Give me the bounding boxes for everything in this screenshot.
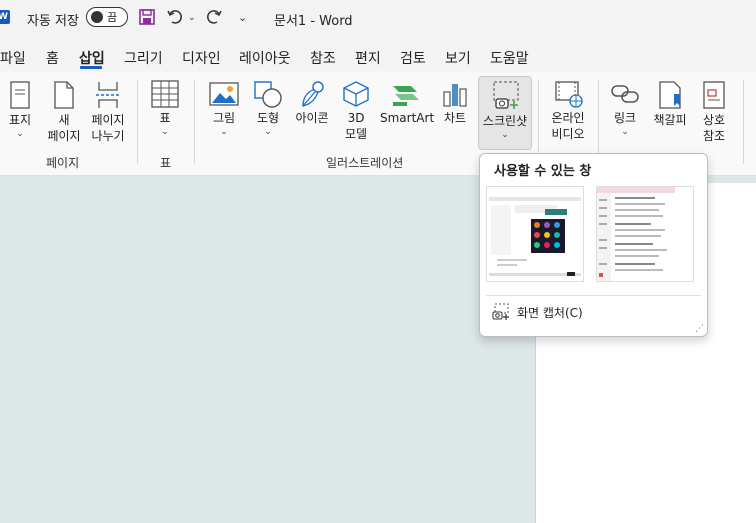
group-table-label: 표 [160,156,172,170]
smartart-icon [393,86,419,106]
3d-models-label-2: 모델 [344,127,368,141]
group-separator [743,80,744,164]
cover-page-icon [10,81,30,109]
tab-review[interactable]: 검토 [400,48,426,68]
group-separator [538,80,539,164]
table-icon [151,80,179,108]
tab-view[interactable]: 보기 [445,48,471,68]
autosave-label: 자동 저장 [27,14,79,29]
online-video-button[interactable]: 온라인 비디오 [548,76,588,142]
shapes-label: 도형 [256,111,280,125]
page-break-label-1: 페이지 [91,113,125,127]
chevron-down-icon: ⌄ [264,127,272,137]
undo-dropdown-icon[interactable]: ⌄ [188,13,196,23]
screenshot-button[interactable]: 스크린샷 ⌄ [478,76,532,150]
link-icon [611,85,639,103]
tab-home[interactable]: 홈 [46,48,59,68]
3d-models-label-1: 3D [347,111,365,125]
cover-page-button[interactable]: 표지 ⌄ [4,76,36,140]
bookmark-icon [659,81,681,109]
link-label: 링크 [613,111,637,125]
screenshot-label: 스크린샷 [482,114,528,128]
screen-clipping-button[interactable]: 화면 캡처(C) [492,303,583,324]
smartart-button[interactable]: SmartArt [380,76,435,126]
word-logo-icon: W [0,10,10,24]
cross-reference-label-1: 상호 [702,113,726,127]
new-page-icon [54,81,74,109]
pictures-label: 그림 [212,111,236,125]
smartart-label: SmartArt [380,111,435,125]
new-page-label-1: 새 [58,113,70,127]
icons-icon [302,81,324,107]
icons-label: 아이콘 [295,111,329,125]
group-separator [194,80,195,164]
active-tab-indicator [80,66,102,69]
pictures-button[interactable]: 그림 ⌄ [206,76,242,138]
chevron-down-icon: ⌄ [220,127,228,137]
table-button[interactable]: 표 ⌄ [148,76,182,138]
tab-file[interactable]: 파일 [0,48,26,68]
popup-divider [486,295,701,296]
link-button[interactable]: 링크 ⌄ [608,76,642,138]
chevron-down-icon: ⌄ [161,127,169,137]
group-illustrations-label: 일러스트레이션 [326,156,404,170]
toggle-knob [91,11,103,23]
bookmark-button[interactable]: 책갈피 [650,76,690,128]
3d-models-button[interactable]: 3D 모델 [336,76,376,142]
cross-reference-label-2: 참조 [702,129,726,143]
shapes-icon [254,81,282,108]
icons-button[interactable]: 아이콘 [292,76,332,126]
screen-clipping-icon [492,303,510,324]
undo-icon[interactable] [166,8,186,30]
screen-clipping-label: 화면 캡처(C) [517,306,583,320]
cover-page-label: 표지 [8,113,32,127]
chevron-down-icon: ⌄ [16,129,24,139]
window-thumbnail[interactable] [486,186,584,282]
tab-draw[interactable]: 그리기 [124,48,163,68]
available-windows-title: 사용할 수 있는 창 [494,164,592,179]
table-label: 표 [159,111,171,125]
toggle-state-label: 끔 [107,11,118,24]
document-title: 문서1 - Word [274,14,353,29]
shapes-button[interactable]: 도형 ⌄ [251,76,285,138]
cube-icon [343,81,369,107]
tab-layout[interactable]: 레이아웃 [239,48,291,68]
chart-icon [443,84,467,107]
chevron-down-icon: ⌄ [621,127,629,137]
resize-grip-icon[interactable]: ⋰ [695,324,704,334]
save-icon[interactable] [138,8,156,30]
tab-insert[interactable]: 삽입 [79,48,105,68]
chart-label: 차트 [443,111,467,125]
autosave-toggle[interactable]: 끔 [86,7,128,27]
screenshot-icon [493,81,519,109]
group-separator [137,80,138,164]
customize-icon[interactable]: ⌄ [238,11,247,24]
page-break-icon [96,82,120,108]
redo-icon[interactable] [205,8,223,30]
cross-reference-button[interactable]: 상호 참조 [696,76,732,144]
group-pages-label: 페이지 [46,156,80,170]
chevron-down-icon: ⌄ [501,130,509,140]
new-page-label-2: 페이지 [47,129,81,143]
picture-icon [209,82,239,106]
group-separator [598,80,599,164]
cross-reference-icon [703,81,725,109]
bookmark-label: 책갈피 [653,113,687,127]
screenshot-dropdown: 사용할 수 있는 창 화면 캡처(C) ⋰ [479,153,708,337]
chart-button[interactable]: 차트 [438,76,472,126]
online-video-icon [555,81,583,108]
new-page-button[interactable]: 새 페이지 [44,76,84,144]
title-bar: W 자동 저장 끔 ⌄ ⌄ 문서1 - Word [0,0,756,36]
tab-mailings[interactable]: 편지 [355,48,381,68]
tab-help[interactable]: 도움말 [490,48,529,68]
page-break-label-2: 나누기 [91,129,125,143]
page-break-button[interactable]: 페이지 나누기 [88,76,128,144]
tab-design[interactable]: 디자인 [182,48,221,68]
tab-references[interactable]: 참조 [310,48,336,68]
online-video-label-1: 온라인 [551,111,585,125]
online-video-label-2: 비디오 [551,127,585,141]
window-thumbnail[interactable] [596,186,694,282]
menu-bar: 파일 홈 삽입 그리기 디자인 레이아웃 참조 편지 검토 보기 도움말 [0,36,756,72]
